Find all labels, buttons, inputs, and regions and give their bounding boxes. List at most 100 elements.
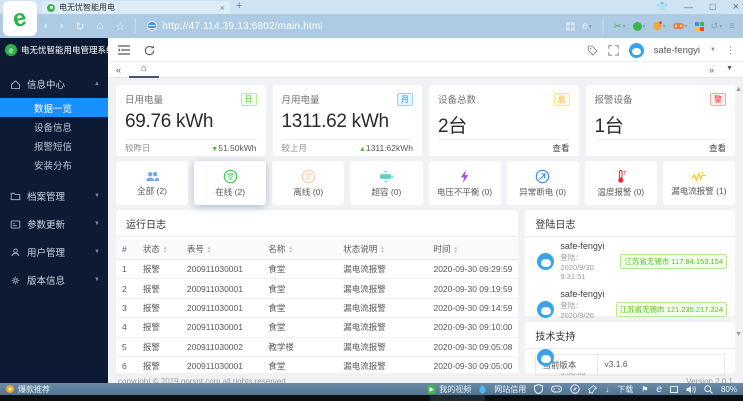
col-status-desc[interactable]: 状态说明▲▼ <box>337 239 427 260</box>
sidebar-item-install-distribution[interactable]: 安装分布 <box>0 155 108 174</box>
filter-voltage-imbalance-button[interactable]: 电压不平衡 (0) <box>429 161 501 205</box>
app-brand-title: 电无忧智能用电管理系统 <box>21 44 115 56</box>
col-name[interactable]: 名称▲▼ <box>262 239 337 260</box>
shield-icon[interactable] <box>534 384 543 394</box>
wallet-extension-icon[interactable]: ▾ <box>633 22 646 31</box>
download-arrow-icon[interactable]: ↓ <box>605 385 609 394</box>
view-alarms-link[interactable]: 查看 <box>709 142 726 154</box>
apps-grid-icon[interactable] <box>566 22 575 31</box>
filter-overcapacity-button[interactable]: 超容 (0) <box>350 161 422 205</box>
run-log-title: 运行日志 <box>116 210 518 237</box>
leakage-wave-icon <box>691 170 707 183</box>
home-page-tab[interactable]: ⌂ <box>129 62 159 78</box>
filter-online-button[interactable]: 在线 (2) <box>194 161 266 205</box>
sidebar-item-data-overview[interactable]: 数据一览 <box>0 98 108 117</box>
tabs-scroll-right-icon[interactable]: » <box>709 65 714 75</box>
monthly-usage-value: 1311.62 kWh <box>282 111 414 133</box>
home-button[interactable]: ⌂ <box>97 20 104 32</box>
tabs-menu-chevron-icon[interactable]: ▼ <box>726 65 733 75</box>
games-extension-icon[interactable]: ▾ <box>673 22 688 30</box>
month-badge: 月 <box>397 93 413 106</box>
tabs-scroll-left-icon[interactable]: « <box>108 65 129 75</box>
window-icon[interactable] <box>670 386 678 393</box>
zoom-level[interactable]: 80% <box>721 385 737 394</box>
search-engine-selector[interactable]: e▾ <box>582 21 592 32</box>
user-menu-chevron-down-icon[interactable]: ▼ <box>710 47 716 53</box>
version-value: v3.1.6 <box>598 355 724 375</box>
sidebar-group-archive[interactable]: 档案管理 ▼ <box>0 184 108 208</box>
filter-offline-button[interactable]: 离线 (0) <box>272 161 344 205</box>
browser-tab[interactable]: 电无忧智能用电 × <box>42 1 230 14</box>
sidebar-group-users[interactable]: 用户管理 ▼ <box>0 240 108 264</box>
scroll-down-icon[interactable]: ▼ <box>735 331 742 338</box>
device-total-value: 2台 <box>438 111 570 138</box>
flag-icon[interactable]: ⚑ <box>641 385 648 394</box>
refresh-icon[interactable] <box>144 45 155 56</box>
sidebar-group-info-center[interactable]: 信息中心 ▲ <box>0 72 108 96</box>
page-tabbar: « ⌂ » ▼ <box>108 62 743 78</box>
app-header: e 电无忧智能用电管理系统 safe-fengyi ▼ ⋮ <box>0 38 743 62</box>
pin-icon[interactable] <box>588 385 597 394</box>
download-link[interactable]: 下载 <box>617 384 633 395</box>
sidebar-group-params[interactable]: 参数更新 ▼ <box>0 212 108 236</box>
view-devices-link[interactable]: 查看 <box>552 142 569 154</box>
folder-icon <box>10 191 21 202</box>
sidebar-group-version[interactable]: 版本信息 ▼ <box>0 268 108 292</box>
more-options-icon[interactable]: ⋮ <box>726 45 735 56</box>
close-button[interactable]: × <box>733 0 739 14</box>
site-credit-link[interactable]: 网站信用 <box>494 384 526 395</box>
new-tab-button[interactable]: + <box>236 0 242 12</box>
shield-extension-icon[interactable]: ▾ <box>653 21 666 31</box>
my-videos-link[interactable]: ▶我的视频 <box>427 384 471 395</box>
filter-all-button[interactable]: 全部 (2) <box>116 161 188 205</box>
sidebar-collapse-icon[interactable] <box>118 45 130 55</box>
zoom-search-icon[interactable] <box>704 385 713 394</box>
tab-close-icon[interactable]: × <box>220 3 225 13</box>
speaker-icon[interactable] <box>686 385 696 394</box>
maximize-button[interactable]: ▢ <box>709 0 717 14</box>
minimize-button[interactable]: — <box>684 0 693 14</box>
fullscreen-icon[interactable] <box>608 45 619 56</box>
table-row: 1报警200911030001食堂漏电流报警2020-09-30 09:29:5… <box>116 260 518 279</box>
filter-leakage-alarm-button[interactable]: 漏电流报警 (1) <box>663 161 735 205</box>
browser-e-icon[interactable]: e <box>656 384 662 395</box>
user-avatar[interactable] <box>629 43 644 58</box>
forward-button[interactable]: › <box>60 20 64 32</box>
chevron-down-icon: ▼ <box>94 221 100 227</box>
chevron-up-icon: ▲ <box>94 81 100 87</box>
login-location-tag: 江苏省无锡市 121.235.217.224 <box>616 302 727 317</box>
tag-icon[interactable] <box>587 45 598 56</box>
filter-power-cut-button[interactable]: 异常断电 (0) <box>507 161 579 205</box>
col-meter-no[interactable]: 表号▲▼ <box>181 239 263 260</box>
water-drop-icon[interactable] <box>479 384 486 394</box>
gamepad-icon[interactable] <box>551 385 562 393</box>
support-panel: 技术支持 当前版本 v3.1.6 <box>525 322 735 373</box>
browser-window: e 电无忧智能用电 × + 👕 — ▢ × ‹ › ↻ ⌂ ☆ | http:/… <box>0 0 743 401</box>
sidebar-item-alarm-sms[interactable]: 报警短信 <box>0 136 108 155</box>
sort-icon: ▲▼ <box>163 246 167 253</box>
address-bar[interactable]: http://47.114.39.13:6802/main.html <box>162 21 323 32</box>
capacity-battery-icon <box>378 169 394 184</box>
chevron-down-icon: ▼ <box>94 249 100 255</box>
screenshot-scissors-icon[interactable]: ✂▾ <box>614 21 626 32</box>
promo-link[interactable]: ★ 爆款推荐 <box>0 384 50 395</box>
user-name[interactable]: safe-fengyi <box>654 45 700 56</box>
scroll-up-icon[interactable]: ▲ <box>735 86 742 93</box>
total-badge: 总 <box>554 93 570 106</box>
compass-icon[interactable] <box>570 384 580 394</box>
col-time[interactable]: 时间▲▼ <box>427 239 518 260</box>
browser-logo[interactable]: e <box>3 1 37 36</box>
menu-icon[interactable]: ≡ <box>729 21 735 32</box>
undo-history-icon[interactable]: ↺▾ <box>711 21 723 32</box>
extensions-grid-icon[interactable] <box>695 22 704 31</box>
reload-button[interactable]: ↻ <box>75 20 84 33</box>
bookmark-star-icon[interactable]: ☆ <box>115 20 125 33</box>
back-button[interactable]: ‹ <box>44 20 48 32</box>
chevron-down-icon: ▼ <box>94 193 100 199</box>
col-status[interactable]: 状态▲▼ <box>137 239 181 260</box>
skin-icon[interactable]: 👕 <box>657 0 668 14</box>
browser-titlebar: e 电无忧智能用电 × + 👕 — ▢ × <box>0 0 743 14</box>
login-entry: safe-fengyi登陆： 2020/9/30 9:31:51 江苏省无锡市 … <box>525 237 735 285</box>
sidebar-item-device-info[interactable]: 设备信息 <box>0 117 108 136</box>
filter-temperature-alarm-button[interactable]: 温度报警 (0) <box>585 161 657 205</box>
